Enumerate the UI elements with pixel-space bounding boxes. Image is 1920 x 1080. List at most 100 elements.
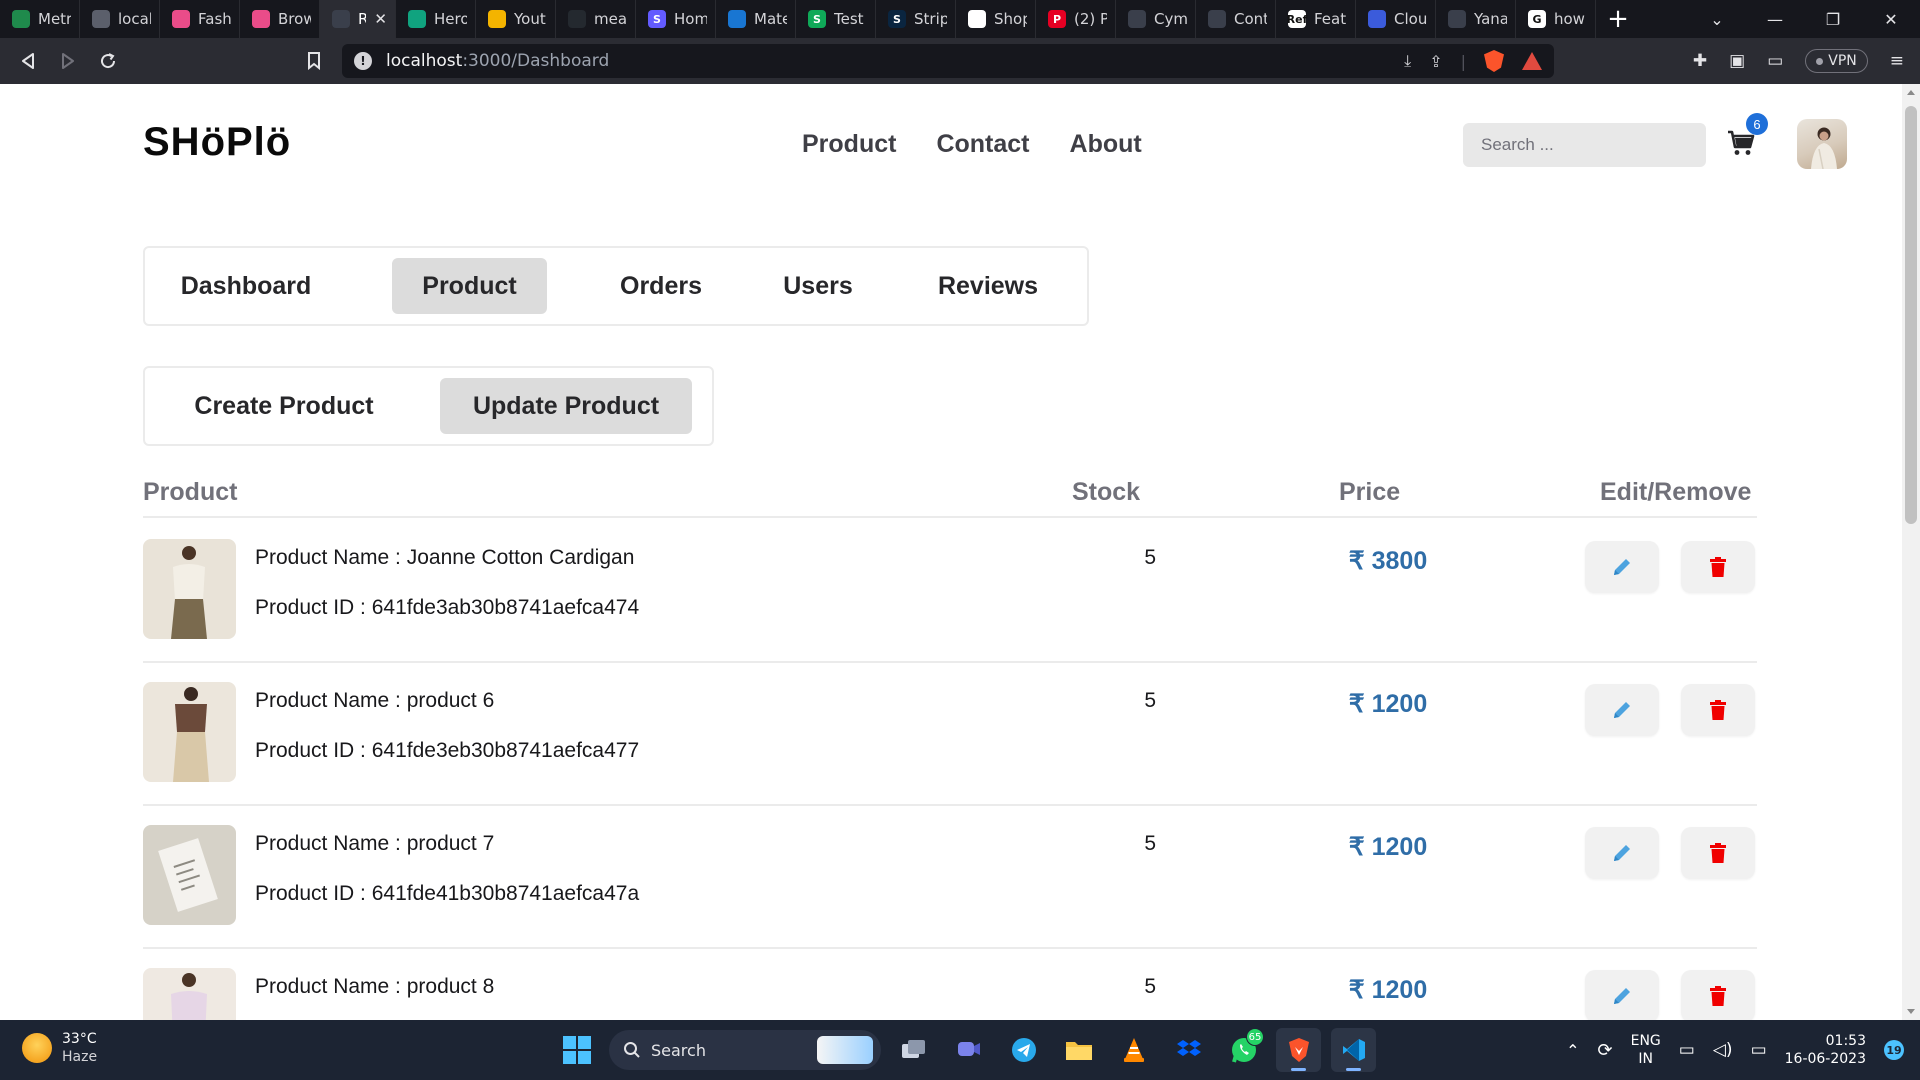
trash-icon [1710, 986, 1726, 1006]
brave-rewards-icon[interactable] [1522, 52, 1542, 70]
pencil-icon [1614, 702, 1630, 718]
notification-badge[interactable]: 19 [1884, 1040, 1904, 1060]
tab-create-product[interactable]: Create Product [171, 378, 397, 434]
browser-tab[interactable]: P (2) Pi [1036, 0, 1116, 38]
teams-chat-icon[interactable] [946, 1028, 991, 1072]
site-info-icon[interactable]: ! [354, 52, 372, 70]
tab-users[interactable]: Users [763, 258, 873, 314]
delete-button[interactable] [1681, 827, 1755, 879]
whatsapp-icon[interactable]: 65 [1221, 1028, 1266, 1072]
browser-tab[interactable]: Ref Featu [1276, 0, 1356, 38]
wallet-icon[interactable]: ▭ [1767, 51, 1783, 71]
tab-title: (2) Pi [1074, 10, 1107, 28]
browser-tab[interactable]: Cont [1196, 0, 1276, 38]
new-tab-button[interactable]: + [1596, 0, 1640, 38]
browser-tab[interactable]: Yana [1436, 0, 1516, 38]
browser-tab[interactable]: S Strip [876, 0, 956, 38]
back-button[interactable] [8, 38, 48, 84]
chevron-up-icon[interactable]: ⌃ [1566, 1041, 1579, 1060]
delete-button[interactable] [1681, 684, 1755, 736]
tab-title: Cym [1154, 10, 1187, 28]
browser-tab[interactable]: S Test [796, 0, 876, 38]
tab-favicon-icon [1128, 10, 1146, 28]
edit-button[interactable] [1585, 684, 1659, 736]
browser-tab[interactable]: Yout [476, 0, 556, 38]
browser-tab[interactable]: Hero [396, 0, 476, 38]
share-icon[interactable]: ⇪ [1429, 52, 1442, 71]
clock[interactable]: 01:53 16-06-2023 [1785, 1032, 1866, 1068]
browser-tab[interactable]: Shop [956, 0, 1036, 38]
brave-shields-icon[interactable] [1484, 50, 1504, 72]
network-icon[interactable]: ▭ [1679, 1040, 1695, 1060]
brave-browser-icon[interactable] [1276, 1028, 1321, 1072]
tab-title: Shop [994, 10, 1027, 28]
tab-search-icon[interactable]: ⌄ [1688, 0, 1746, 38]
file-explorer-icon[interactable] [1056, 1028, 1101, 1072]
nav-link-about[interactable]: About [1070, 130, 1142, 159]
sidebar-icon[interactable]: ▣ [1729, 51, 1745, 71]
tab-reviews[interactable]: Reviews [913, 258, 1063, 314]
tab-favicon-icon: Ref [1287, 10, 1307, 28]
search-input[interactable] [1463, 123, 1706, 167]
vlc-icon[interactable] [1111, 1028, 1156, 1072]
taskbar-search[interactable]: Search [609, 1030, 881, 1070]
user-avatar[interactable] [1797, 119, 1847, 169]
menu-icon[interactable]: ≡ [1890, 51, 1904, 71]
scrollbar-thumb[interactable] [1905, 106, 1917, 524]
browser-tab[interactable]: R✕ [320, 0, 396, 38]
close-tab-icon[interactable]: ✕ [374, 10, 387, 28]
volume-icon[interactable]: ◁) [1713, 1040, 1733, 1060]
search-icon [624, 1042, 640, 1058]
browser-tab[interactable]: Ghow [1516, 0, 1596, 38]
tab-dashboard[interactable]: Dashboard [171, 258, 321, 314]
vscode-icon[interactable] [1331, 1028, 1376, 1072]
page-scrollbar[interactable] [1902, 84, 1920, 1020]
browser-tab[interactable]: locall [80, 0, 160, 38]
delete-button[interactable] [1681, 970, 1755, 1020]
browser-tab[interactable]: meal [556, 0, 636, 38]
maximize-button[interactable]: ❐ [1804, 0, 1862, 38]
taskbar: 33°C Haze Search 65 ⌃ ⟳ ENG IN ▭ ◁) ▭ 01… [0, 1020, 1920, 1080]
dropbox-icon[interactable] [1166, 1028, 1211, 1072]
site-logo[interactable]: SHöPlö [143, 120, 291, 165]
browser-tab[interactable]: S Hom [636, 0, 716, 38]
start-button[interactable] [554, 1028, 599, 1072]
close-window-button[interactable]: ✕ [1862, 0, 1920, 38]
reload-button[interactable] [88, 38, 128, 84]
browser-tab[interactable]: Brow [240, 0, 320, 38]
delete-button[interactable] [1681, 541, 1755, 593]
browser-tab[interactable]: Cym [1116, 0, 1196, 38]
url-field[interactable]: ! localhost:3000/Dashboard ⤓ ⇪ | [342, 44, 1554, 78]
task-view-icon[interactable] [891, 1028, 936, 1072]
battery-icon[interactable]: ▭ [1751, 1040, 1767, 1060]
window-controls: ⌄ — ❐ ✕ [1688, 0, 1920, 38]
browser-tab[interactable]: Clou [1356, 0, 1436, 38]
tab-update-product[interactable]: Update Product [440, 378, 692, 434]
forward-button[interactable] [48, 38, 88, 84]
install-app-icon[interactable]: ⤓ [1404, 51, 1411, 71]
scroll-up-arrow[interactable] [1907, 90, 1915, 95]
weather-icon [22, 1033, 52, 1063]
trash-icon [1710, 843, 1726, 863]
telegram-icon[interactable] [1001, 1028, 1046, 1072]
browser-tab[interactable]: Mate [716, 0, 796, 38]
minimize-button[interactable]: — [1746, 0, 1804, 38]
tab-orders[interactable]: Orders [601, 258, 721, 314]
tab-favicon-icon [172, 10, 190, 28]
bookmark-icon[interactable] [294, 38, 334, 84]
edit-button[interactable] [1585, 827, 1659, 879]
edit-button[interactable] [1585, 541, 1659, 593]
vpn-button[interactable]: VPN [1805, 49, 1868, 73]
nav-link-contact[interactable]: Contact [936, 130, 1029, 159]
browser-tab[interactable]: Metr [0, 0, 80, 38]
column-header-product: Product [143, 478, 238, 506]
weather-widget[interactable]: 33°C Haze [22, 1030, 97, 1066]
tab-product[interactable]: Product [392, 258, 547, 314]
sync-icon[interactable]: ⟳ [1598, 1040, 1613, 1061]
nav-link-product[interactable]: Product [802, 130, 896, 159]
edit-button[interactable] [1585, 970, 1659, 1020]
scroll-down-arrow[interactable] [1907, 1009, 1915, 1014]
extensions-icon[interactable]: ✚ [1693, 51, 1707, 71]
browser-tab[interactable]: Fashi [160, 0, 240, 38]
language-indicator[interactable]: ENG IN [1631, 1032, 1661, 1068]
